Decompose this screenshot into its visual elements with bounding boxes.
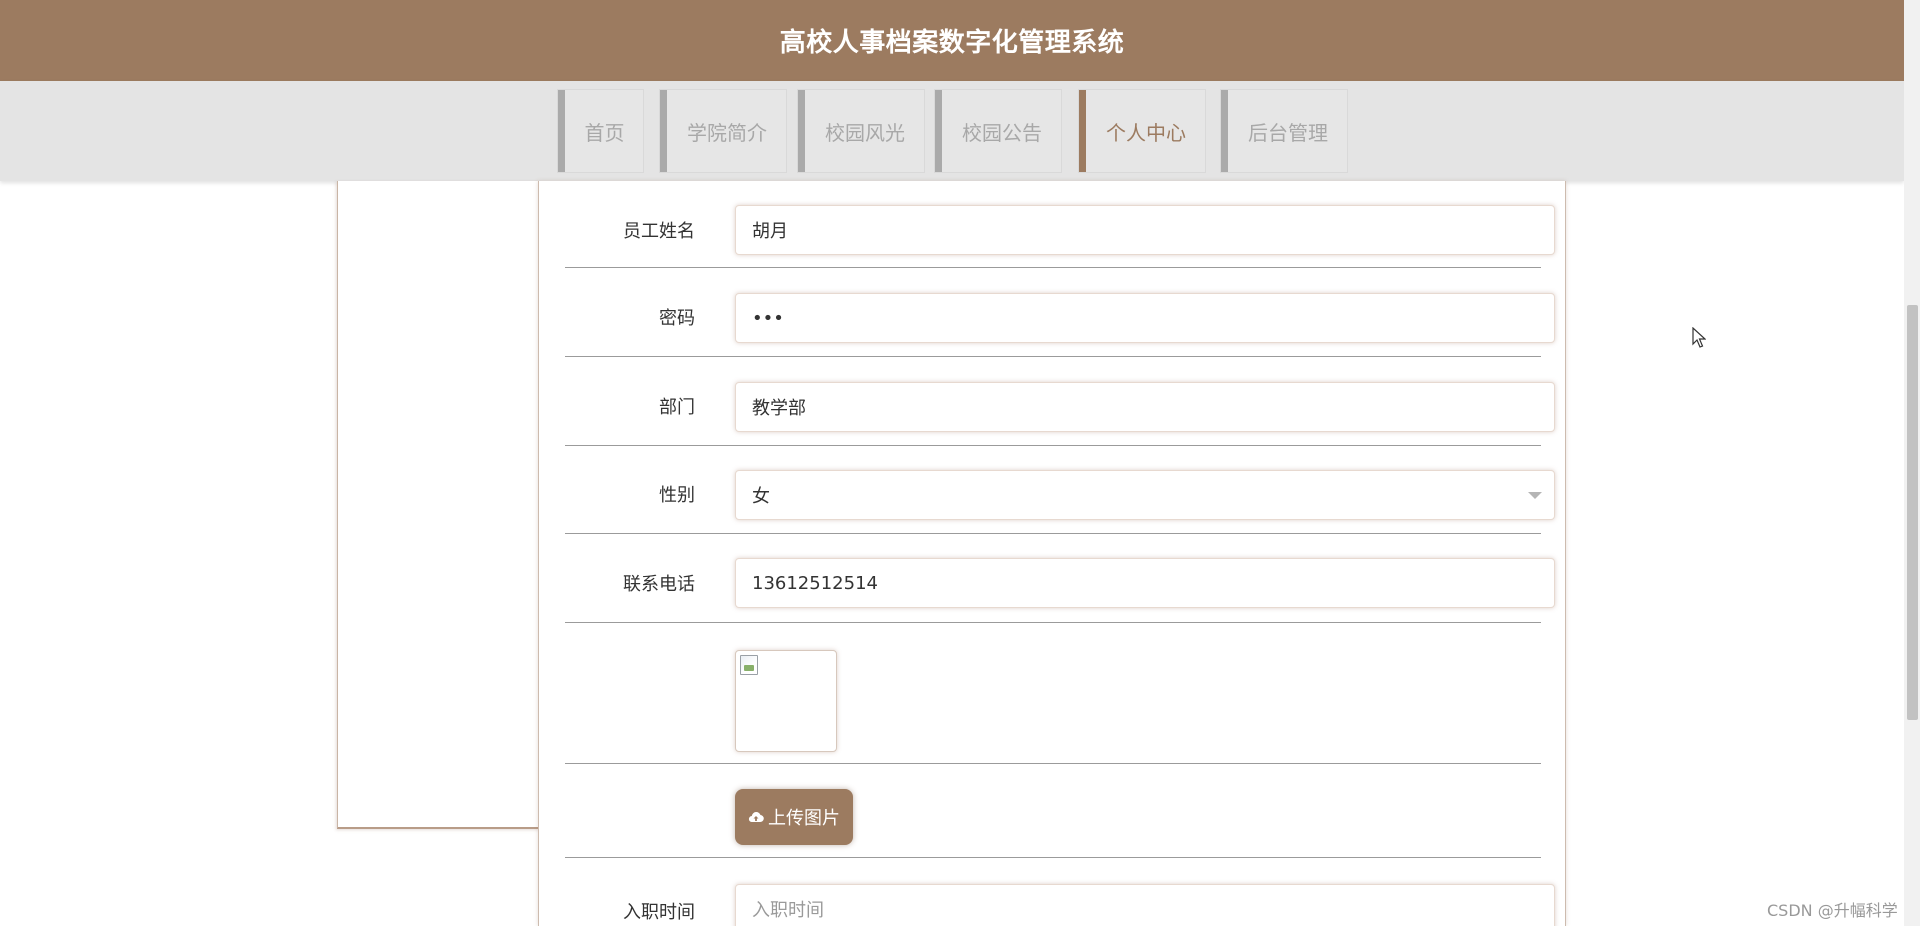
form-row-upload: 上传图片 xyxy=(565,764,1541,858)
form-row-hire-date: 入职时间 入职时间 xyxy=(565,858,1555,926)
form-row-department: 部门 教学部 xyxy=(565,357,1555,446)
profile-form: 员工姓名 胡月 密码 ••• 部门 教学部 性别 女 联系电话 13612512… xyxy=(538,181,1566,926)
broken-image-icon xyxy=(740,655,758,675)
top-header: 高校人事档案数字化管理系统 xyxy=(0,0,1904,81)
nav-item-personal-center[interactable]: 个人中心 xyxy=(1078,89,1206,173)
nav-indicator xyxy=(660,90,667,172)
nav-item-label: 校园公告 xyxy=(962,120,1042,145)
name-field[interactable]: 胡月 xyxy=(735,205,1555,255)
gender-select[interactable]: 女 xyxy=(735,470,1555,520)
scrollbar-thumb[interactable] xyxy=(1907,305,1918,720)
nav-item-label: 首页 xyxy=(584,120,625,145)
nav-item-label: 校园风光 xyxy=(825,120,905,145)
name-label: 员工姓名 xyxy=(623,221,695,242)
page: 高校人事档案数字化管理系统 首页 学院简介 校园风光 校园公告 个人中心 后台管… xyxy=(0,0,1920,926)
department-field[interactable]: 教学部 xyxy=(735,382,1555,432)
password-label: 密码 xyxy=(659,308,695,329)
password-field[interactable]: ••• xyxy=(735,293,1555,343)
main-nav: 首页 学院简介 校园风光 校园公告 个人中心 后台管理 xyxy=(0,81,1904,181)
nav-item-campus-scenery[interactable]: 校园风光 xyxy=(797,89,925,173)
nav-indicator xyxy=(1079,90,1086,172)
form-row-gender: 性别 女 xyxy=(565,446,1555,534)
nav-item-label: 学院简介 xyxy=(687,120,767,145)
side-panel xyxy=(337,181,540,829)
hire-date-label: 入职时间 xyxy=(623,902,695,923)
photo-preview xyxy=(735,650,837,752)
mouse-cursor-icon xyxy=(1692,326,1707,353)
nav-item-college-intro[interactable]: 学院简介 xyxy=(659,89,787,173)
watermark: CSDN @升幅科学 xyxy=(1767,901,1898,920)
upload-button-label: 上传图片 xyxy=(768,808,840,829)
form-row-photo xyxy=(565,623,1541,764)
form-row-phone: 联系电话 13612512514 xyxy=(565,534,1555,623)
nav-item-campus-notice[interactable]: 校园公告 xyxy=(934,89,1062,173)
form-row-name: 员工姓名 胡月 xyxy=(565,181,1555,268)
department-label: 部门 xyxy=(659,397,695,418)
nav-item-admin[interactable]: 后台管理 xyxy=(1220,89,1348,173)
nav-item-home[interactable]: 首页 xyxy=(557,89,644,173)
system-title: 高校人事档案数字化管理系统 xyxy=(779,28,1125,58)
nav-indicator xyxy=(798,90,805,172)
nav-indicator xyxy=(1221,90,1228,172)
gender-value: 女 xyxy=(752,486,770,507)
nav-indicator xyxy=(558,90,565,172)
gender-label: 性别 xyxy=(659,485,695,506)
upload-image-button[interactable]: 上传图片 xyxy=(735,789,853,845)
form-row-password: 密码 ••• xyxy=(565,268,1555,357)
hire-date-field[interactable]: 入职时间 xyxy=(735,884,1555,926)
nav-indicator xyxy=(935,90,942,172)
phone-label: 联系电话 xyxy=(623,574,695,595)
cloud-upload-icon xyxy=(748,811,764,823)
nav-item-label: 后台管理 xyxy=(1248,120,1328,145)
nav-item-label: 个人中心 xyxy=(1106,120,1186,145)
phone-field[interactable]: 13612512514 xyxy=(735,558,1555,608)
chevron-down-icon[interactable] xyxy=(1528,492,1542,499)
